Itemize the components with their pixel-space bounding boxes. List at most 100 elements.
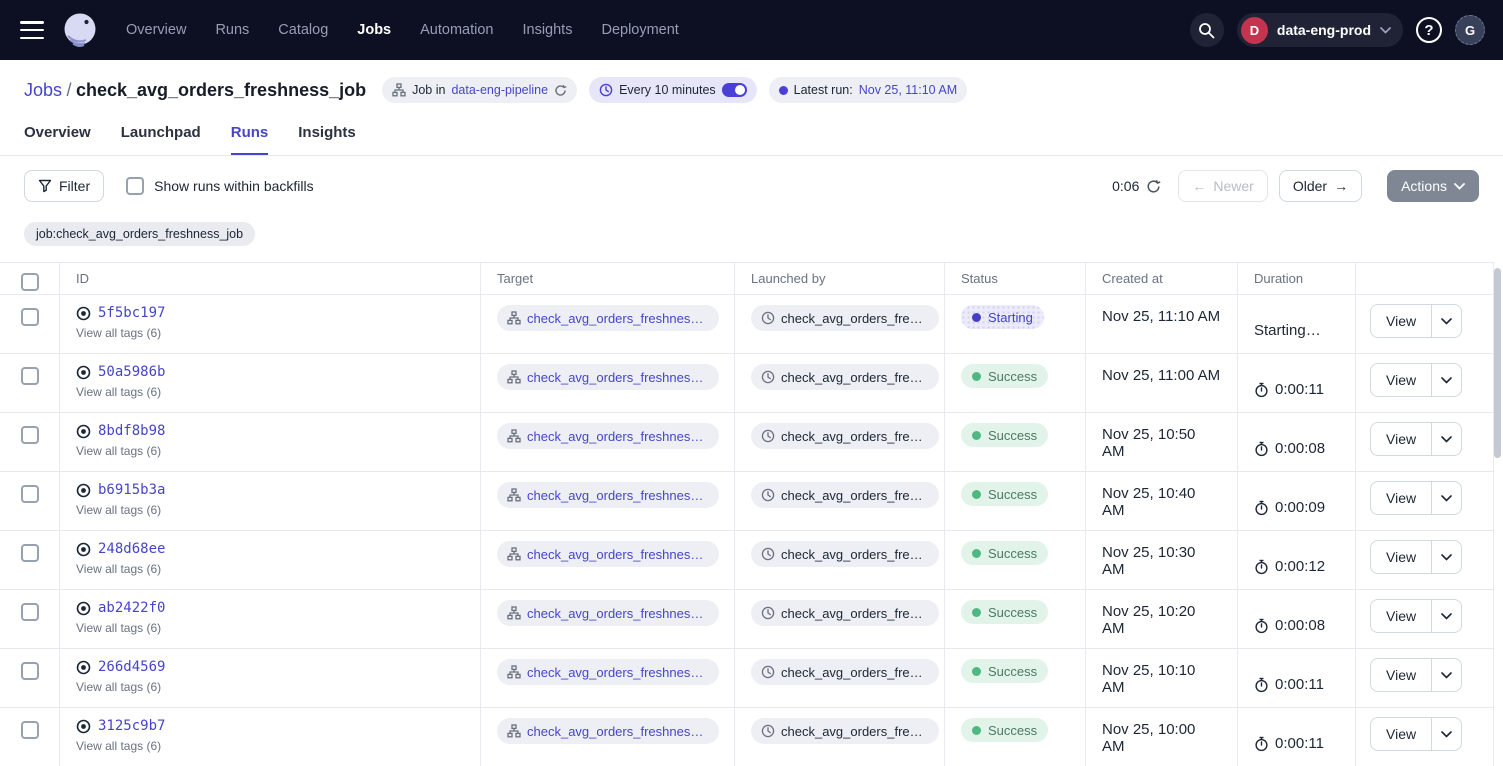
target-pill[interactable]: check_avg_orders_freshness_job (497, 718, 719, 744)
nav-item-jobs[interactable]: Jobs (357, 22, 391, 38)
nav-item-runs[interactable]: Runs (215, 22, 249, 38)
tab-insights[interactable]: Insights (298, 124, 356, 155)
view-dropdown-button[interactable] (1431, 541, 1461, 573)
workspace-switcher[interactable]: D data-eng-prod (1237, 13, 1403, 47)
launched-by-pill[interactable]: check_avg_orders_freshn… (751, 541, 939, 567)
view-dropdown-button[interactable] (1431, 659, 1461, 691)
nav-item-insights[interactable]: Insights (522, 22, 572, 38)
run-id-link[interactable]: 248d68ee (98, 541, 165, 557)
duration-cell: 0:00:08 (1238, 590, 1356, 648)
run-id-link[interactable]: 5f5bc197 (98, 305, 165, 321)
run-id-link[interactable]: b6915b3a (98, 482, 165, 498)
help-button[interactable]: ? (1416, 17, 1442, 43)
launched-by-pill[interactable]: check_avg_orders_freshn… (751, 423, 939, 449)
hamburger-menu-icon[interactable] (20, 21, 44, 39)
select-all-checkbox[interactable] (21, 273, 39, 291)
search-button[interactable] (1190, 13, 1224, 47)
view-button[interactable]: View (1371, 482, 1431, 514)
launched-by-pill[interactable]: check_avg_orders_freshn… (751, 718, 939, 744)
target-pill[interactable]: check_avg_orders_freshness_job (497, 541, 719, 567)
older-button[interactable]: Older → (1279, 170, 1362, 202)
view-all-tags-link[interactable]: View all tags (6) (76, 385, 464, 399)
view-all-tags-link[interactable]: View all tags (6) (76, 503, 464, 517)
row-checkbox[interactable] (21, 426, 39, 444)
launched-by-pill[interactable]: check_avg_orders_freshn… (751, 482, 939, 508)
run-id-link[interactable]: 266d4569 (98, 659, 165, 675)
nav-item-overview[interactable]: Overview (126, 22, 186, 38)
target-link[interactable]: check_avg_orders_freshness_job (527, 429, 709, 444)
view-button[interactable]: View (1371, 423, 1431, 455)
search-icon (1198, 22, 1215, 39)
target-link[interactable]: check_avg_orders_freshness_job (527, 488, 709, 503)
breadcrumb-jobs-link[interactable]: Jobs (24, 80, 62, 100)
launched-by-pill[interactable]: check_avg_orders_freshn… (751, 600, 939, 626)
view-button[interactable]: View (1371, 600, 1431, 632)
launched-by-pill[interactable]: check_avg_orders_freshn… (751, 305, 939, 331)
reload-icon[interactable] (554, 84, 567, 97)
nav-item-deployment[interactable]: Deployment (601, 22, 678, 38)
launched-by-pill[interactable]: check_avg_orders_freshn… (751, 659, 939, 685)
row-checkbox[interactable] (21, 308, 39, 326)
view-button[interactable]: View (1371, 305, 1431, 337)
launched-by-pill[interactable]: check_avg_orders_freshn… (751, 364, 939, 390)
run-id-link[interactable]: 3125c9b7 (98, 718, 165, 734)
view-all-tags-link[interactable]: View all tags (6) (76, 326, 464, 340)
tab-overview[interactable]: Overview (24, 124, 91, 155)
row-checkbox[interactable] (21, 485, 39, 503)
target-pill[interactable]: check_avg_orders_freshness_job (497, 482, 719, 508)
tab-launchpad[interactable]: Launchpad (121, 124, 201, 155)
row-checkbox[interactable] (21, 603, 39, 621)
view-all-tags-link[interactable]: View all tags (6) (76, 680, 464, 694)
row-checkbox[interactable] (21, 367, 39, 385)
tab-runs[interactable]: Runs (231, 124, 269, 155)
view-button[interactable]: View (1371, 541, 1431, 573)
vertical-scrollbar[interactable] (1494, 268, 1501, 458)
job-filter-tag[interactable]: job:check_avg_orders_freshness_job (24, 222, 255, 246)
row-checkbox[interactable] (21, 544, 39, 562)
row-checkbox[interactable] (21, 721, 39, 739)
target-link[interactable]: check_avg_orders_freshness_job (527, 547, 709, 562)
view-dropdown-button[interactable] (1431, 364, 1461, 396)
actions-button[interactable]: Actions (1387, 170, 1479, 202)
view-button[interactable]: View (1371, 659, 1431, 691)
target-link[interactable]: check_avg_orders_freshness_job (527, 370, 709, 385)
run-id-link[interactable]: 8bdf8b98 (98, 423, 165, 439)
run-id-link[interactable]: 50a5986b (98, 364, 165, 380)
schedule-clock-icon (761, 724, 775, 738)
schedule-toggle[interactable] (722, 83, 747, 97)
row-checkbox[interactable] (21, 662, 39, 680)
run-id-link[interactable]: ab2422f0 (98, 600, 165, 616)
target-pill[interactable]: check_avg_orders_freshness_job (497, 364, 719, 390)
view-all-tags-link[interactable]: View all tags (6) (76, 562, 464, 576)
view-dropdown-button[interactable] (1431, 305, 1461, 337)
latest-run-link[interactable]: Nov 25, 11:10 AM (859, 83, 957, 97)
target-link[interactable]: check_avg_orders_freshness_job (527, 665, 709, 680)
view-dropdown-button[interactable] (1431, 718, 1461, 750)
view-all-tags-link[interactable]: View all tags (6) (76, 739, 464, 753)
refresh-icon[interactable] (1146, 179, 1161, 194)
newer-button[interactable]: ← Newer (1178, 170, 1267, 202)
target-link[interactable]: check_avg_orders_freshness_job (527, 724, 709, 739)
target-pill[interactable]: check_avg_orders_freshness_job (497, 659, 719, 685)
view-button[interactable]: View (1371, 364, 1431, 396)
backfills-checkbox[interactable] (126, 177, 144, 195)
view-dropdown-button[interactable] (1431, 423, 1461, 455)
filter-button[interactable]: Filter (24, 170, 104, 202)
view-all-tags-link[interactable]: View all tags (6) (76, 621, 464, 635)
pipeline-link[interactable]: data-eng-pipeline (451, 83, 548, 97)
status-dot (972, 726, 981, 735)
target-pill[interactable]: check_avg_orders_freshness_job (497, 423, 719, 449)
target-link[interactable]: check_avg_orders_freshness_job (527, 606, 709, 621)
nav-item-automation[interactable]: Automation (420, 22, 493, 38)
dagster-logo-icon[interactable] (60, 10, 100, 50)
user-avatar[interactable]: G (1455, 15, 1485, 45)
nav-item-catalog[interactable]: Catalog (278, 22, 328, 38)
target-link[interactable]: check_avg_orders_freshness_job (527, 311, 709, 326)
view-all-tags-link[interactable]: View all tags (6) (76, 444, 464, 458)
view-dropdown-button[interactable] (1431, 600, 1461, 632)
status-badge: Success (961, 600, 1048, 624)
target-pill[interactable]: check_avg_orders_freshness_job (497, 600, 719, 626)
target-pill[interactable]: check_avg_orders_freshness_job (497, 305, 719, 331)
view-dropdown-button[interactable] (1431, 482, 1461, 514)
view-button[interactable]: View (1371, 718, 1431, 750)
